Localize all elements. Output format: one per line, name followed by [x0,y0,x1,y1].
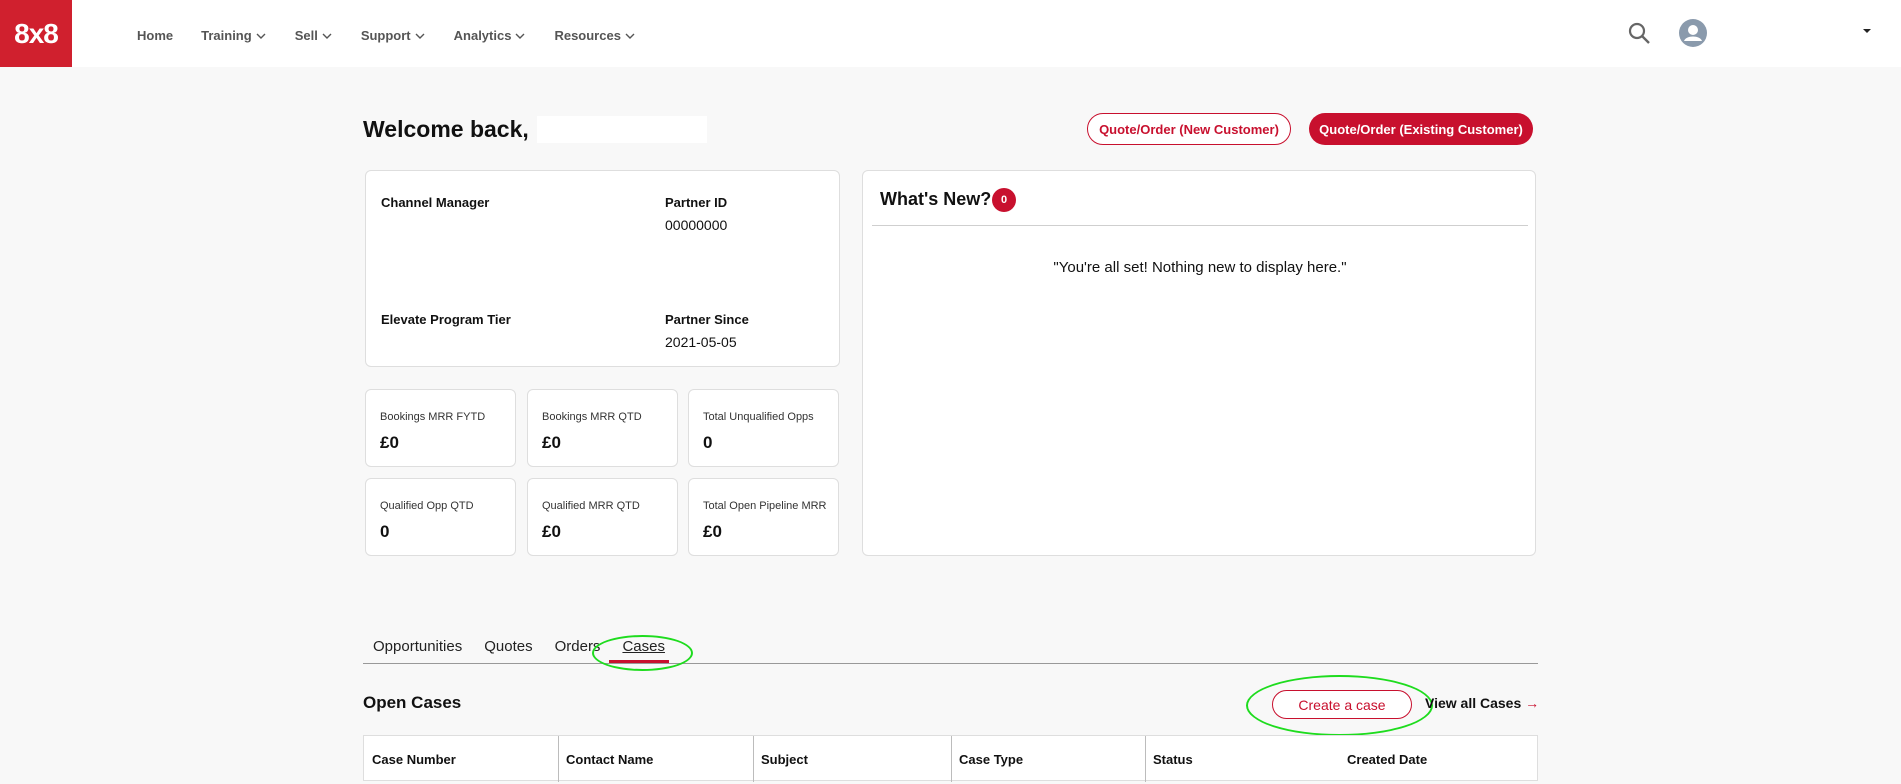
program-tier-label: Elevate Program Tier [381,312,511,327]
caret-down-icon[interactable] [1860,26,1874,36]
chevron-down-icon [625,33,635,39]
metric-value: £0 [703,522,722,541]
metric-card: Qualified Opp QTD 0 [365,478,516,556]
quote-order-existing-customer-button[interactable]: Quote/Order (Existing Customer) [1309,113,1533,145]
partner-id-value: 00000000 [665,217,728,233]
arrow-right-icon: → [1525,695,1540,711]
column-separator [753,736,754,782]
metric-value: 0 [703,433,713,452]
nav-item-analytics[interactable]: Analytics [454,28,527,43]
user-avatar-icon[interactable] [1679,19,1707,47]
partner-since-value: 2021-05-05 [665,334,737,350]
search-icon[interactable] [1627,21,1651,45]
column-separator [1145,736,1146,782]
partner-since-label: Partner Since [665,312,749,327]
metric-value: £0 [542,433,561,452]
metric-value: £0 [542,522,561,541]
highlight-ring-cases-tab [592,635,693,671]
metric-label: Total Unqualified Opps [703,411,814,423]
whats-new-title: What's New? [880,189,992,209]
partner-info-card: Channel Manager Partner ID 00000000 Elev… [365,170,840,367]
nav-label: Analytics [453,28,512,43]
whats-new-panel: What's New? 0 "You're all set! Nothing n… [862,170,1536,556]
nav-item-home[interactable]: Home [137,28,173,43]
metric-card: Total Unqualified Opps 0 [688,389,839,467]
column-header-created-date[interactable]: Created Date [1347,752,1427,767]
brand-logo[interactable]: 8x8 [0,0,72,67]
nav-item-training[interactable]: Training [201,28,267,43]
metric-label: Total Open Pipeline MRR [703,500,827,512]
whats-new-empty-message: "You're all set! Nothing new to display … [1053,259,1347,276]
top-navigation: 8x8 Home Training Sell Support Analytics… [0,0,1901,67]
column-separator [558,736,559,782]
metric-card: Bookings MRR QTD £0 [527,389,678,467]
page-title: Welcome back, [363,116,529,142]
nav-item-support[interactable]: Support [361,28,426,43]
tab-opportunities[interactable]: Opportunities [373,638,462,655]
quote-order-new-customer-button[interactable]: Quote/Order (New Customer) [1087,113,1291,145]
nav-label: Resources [554,28,621,43]
column-separator [951,736,952,782]
nav-label: Training [201,28,252,43]
view-all-cases-link[interactable]: View all Cases → [1425,695,1539,711]
metric-card: Total Open Pipeline MRR £0 [688,478,839,556]
open-cases-title: Open Cases [363,693,462,712]
metric-card: Bookings MRR FYTD £0 [365,389,516,467]
nav-item-resources[interactable]: Resources [554,28,635,43]
partner-id-label: Partner ID [665,195,728,210]
cases-table-header: Case Number Contact Name Subject Case Ty… [363,735,1538,782]
metric-value: £0 [380,433,399,452]
column-header-case-type[interactable]: Case Type [959,752,1023,767]
nav-label: Support [360,28,411,43]
column-header-status[interactable]: Status [1153,752,1193,767]
metric-label: Bookings MRR FYTD [380,411,486,423]
chevron-down-icon [415,33,425,39]
metric-value: 0 [380,522,390,541]
user-name-redacted [537,116,707,143]
chevron-down-icon [322,33,332,39]
metric-label: Qualified MRR QTD [542,500,640,512]
channel-manager-label: Channel Manager [381,195,490,210]
column-header-case-number[interactable]: Case Number [372,752,456,767]
metric-label: Bookings MRR QTD [542,411,642,423]
nav-menu: Home Training Sell Support Analytics Res… [137,28,664,43]
nav-item-sell[interactable]: Sell [295,28,333,43]
column-header-subject[interactable]: Subject [761,752,808,767]
nav-label: Sell [294,28,318,43]
metric-label: Qualified Opp QTD [380,500,474,512]
chevron-down-icon [256,33,266,39]
metric-card: Qualified MRR QTD £0 [527,478,678,556]
column-header-contact-name[interactable]: Contact Name [566,752,653,767]
highlight-ring-create-case [1246,675,1433,736]
whats-new-count-badge: 0 [992,188,1016,212]
view-all-cases-label: View all Cases [1425,695,1522,711]
divider [872,225,1528,226]
chevron-down-icon [515,33,525,39]
tabs-divider [363,663,1538,664]
tab-quotes[interactable]: Quotes [484,638,532,655]
nav-label: Home [137,28,174,43]
